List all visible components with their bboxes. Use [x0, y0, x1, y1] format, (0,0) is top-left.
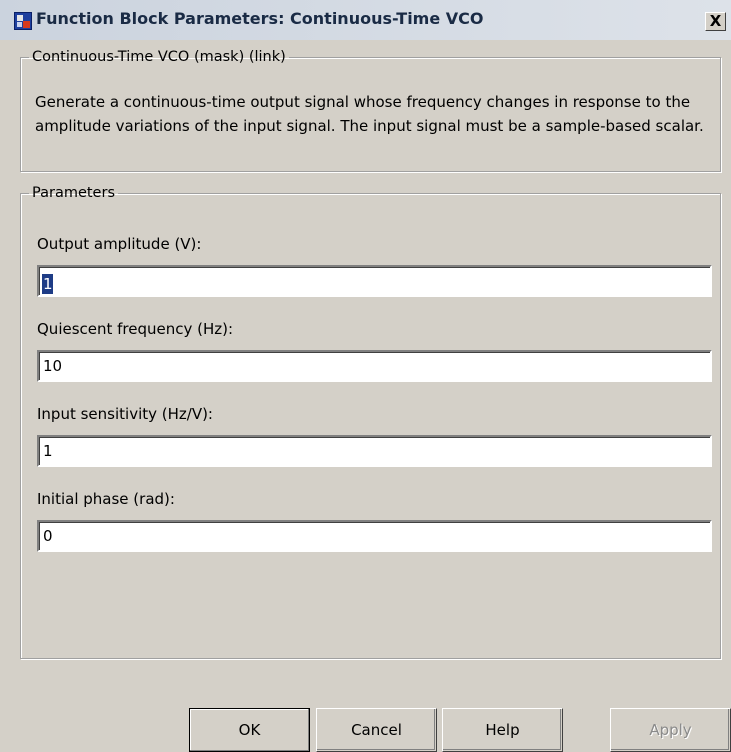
selected-value-text: 1 [43, 275, 53, 293]
help-button[interactable]: Help [442, 708, 563, 752]
quiescent-frequency-input[interactable] [37, 350, 712, 382]
parameters-legend: Parameters [32, 185, 115, 201]
block-description: Generate a continuous-time output signal… [35, 93, 704, 135]
output-amplitude-label: Output amplitude (V): [37, 235, 202, 253]
description-legend: Continuous-Time VCO (mask) (link) [32, 49, 286, 65]
window-title: Function Block Parameters: Continuous-Ti… [36, 9, 484, 28]
initial-phase-label: Initial phase (rad): [37, 490, 175, 508]
quiescent-frequency-label: Quiescent frequency (Hz): [37, 320, 234, 338]
apply-button[interactable]: Apply [610, 708, 731, 752]
ok-button[interactable]: OK [189, 708, 310, 752]
output-amplitude-input[interactable] [37, 265, 712, 297]
input-sensitivity-input[interactable] [37, 435, 712, 467]
close-button[interactable]: X [705, 12, 726, 31]
cancel-button[interactable]: Cancel [316, 708, 437, 752]
initial-phase-input[interactable] [37, 520, 712, 552]
input-sensitivity-label: Input sensitivity (Hz/V): [37, 405, 213, 423]
title-bar: Function Block Parameters: Continuous-Ti… [0, 0, 731, 40]
simulink-block-icon [14, 12, 32, 30]
